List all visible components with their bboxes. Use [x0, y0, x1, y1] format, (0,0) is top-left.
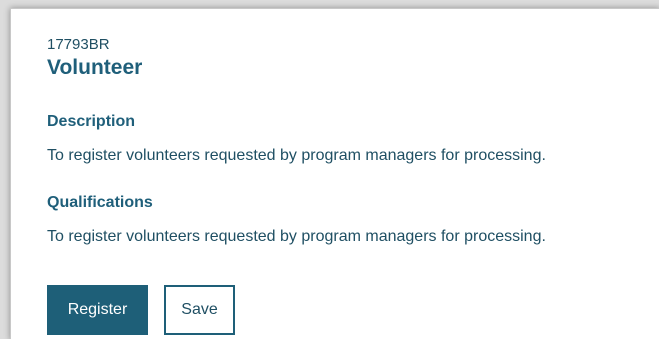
viewport: 17793BR Volunteer Description To registe… — [0, 0, 659, 339]
qualifications-text: To register volunteers requested by prog… — [47, 228, 546, 245]
job-id: 17793BR — [47, 36, 110, 53]
job-title: Volunteer — [47, 56, 143, 79]
qualifications-heading: Qualifications — [47, 194, 153, 211]
save-button[interactable]: Save — [164, 285, 235, 335]
register-button[interactable]: Register — [47, 285, 148, 335]
job-detail-card: 17793BR Volunteer Description To registe… — [10, 8, 659, 339]
description-text: To register volunteers requested by prog… — [47, 147, 546, 164]
description-heading: Description — [47, 113, 136, 130]
